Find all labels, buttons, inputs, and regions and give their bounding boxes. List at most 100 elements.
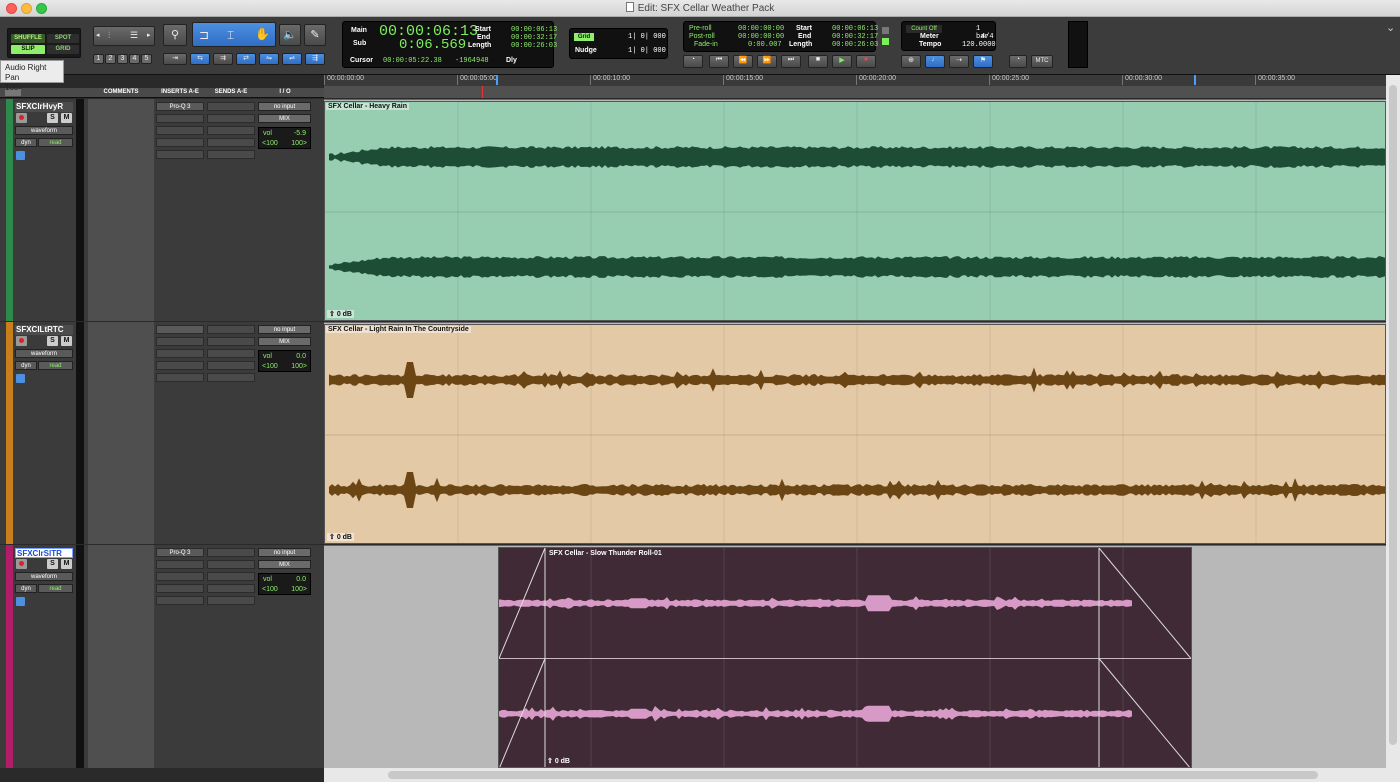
send-slot-b[interactable] — [207, 114, 255, 123]
selection-length-value[interactable]: 00:00:26:03 — [511, 42, 557, 50]
track-comments-field[interactable] — [88, 99, 154, 321]
fadein-value[interactable]: 0:00.007 — [748, 41, 782, 49]
commands-focus-icon[interactable]: ⇶ — [305, 53, 325, 65]
selection-start-marker[interactable] — [496, 75, 498, 85]
grid-value[interactable]: 1| 0| 000 — [628, 33, 666, 41]
zoom-preset-2[interactable]: 2 — [105, 54, 116, 64]
output-selector[interactable]: MIX — [258, 560, 311, 569]
sync-icon[interactable]: ◔ — [1009, 55, 1027, 68]
stop-icon[interactable]: ■ — [808, 55, 828, 68]
track-name[interactable]: SFXClrSlTR — [15, 548, 73, 558]
pan-left-value[interactable]: <100 — [262, 363, 278, 370]
volume-value[interactable]: -5.9 — [294, 130, 306, 137]
pan-right-value[interactable]: 100> — [291, 586, 307, 593]
insert-slot-d[interactable] — [156, 361, 204, 370]
insert-slot-b[interactable] — [156, 337, 204, 346]
midi-zoom-icon[interactable]: ☰ — [130, 30, 138, 41]
horizontal-scrollbar[interactable] — [324, 768, 1386, 782]
zoom-preset-5[interactable]: 5 — [141, 54, 152, 64]
wait-for-note-icon[interactable]: ⊕ — [901, 55, 921, 68]
solo-button[interactable]: S — [47, 336, 58, 346]
send-slot-e[interactable] — [207, 150, 255, 159]
zoom-preset-3[interactable]: 3 — [117, 54, 128, 64]
link-track-icon[interactable]: ⇉ — [213, 53, 233, 65]
insert-slot-a[interactable]: Pro-Q 3 — [156, 102, 204, 111]
record-enable-button[interactable] — [16, 336, 27, 346]
output-selector[interactable]: MIX — [258, 114, 311, 123]
insert-slot-b[interactable] — [156, 560, 204, 569]
tab-to-transient-icon[interactable]: ⇥ — [163, 53, 187, 65]
record-enable-button[interactable] — [16, 559, 27, 569]
send-slot-a[interactable] — [207, 548, 255, 557]
track-comments-field[interactable] — [88, 545, 154, 768]
transport-start-value[interactable]: 00:00:06:13 — [832, 25, 878, 33]
audio-clip[interactable]: SFX Cellar - Light Rain In The Countrysi… — [324, 324, 1386, 544]
output-selector[interactable]: MIX — [258, 337, 311, 346]
track-name[interactable]: SFXClLtRTC — [15, 325, 73, 335]
meter-value[interactable]: 4/4 — [981, 33, 994, 41]
insert-slot-e[interactable] — [156, 373, 204, 382]
insert-slot-e[interactable] — [156, 596, 204, 605]
preroll-value[interactable]: 00:00:00:00 — [738, 25, 784, 33]
tempo-value[interactable]: 120.0000 — [962, 41, 996, 49]
scrubber-tool-icon[interactable]: 🔈 — [279, 24, 301, 46]
toolbar-menu-icon[interactable]: ⌄ — [1386, 21, 1395, 34]
send-slot-c[interactable] — [207, 126, 255, 135]
go-to-end-icon[interactable]: ⏭ — [781, 55, 801, 68]
preroll-label[interactable]: Pre-roll — [689, 25, 712, 32]
delay-label[interactable]: Dly — [506, 57, 517, 64]
selection-start-value[interactable]: 00:00:06:13 — [511, 26, 557, 34]
grabber-tool-icon[interactable]: ✋ — [255, 27, 270, 41]
grid-mode-button[interactable]: GRID — [47, 45, 79, 54]
rewind-icon[interactable]: ⏪ — [733, 55, 753, 68]
selection-end-marker[interactable] — [1194, 75, 1196, 85]
elastic-audio-icon[interactable] — [16, 151, 25, 160]
clip-gain-label[interactable]: ⇧ 0 dB — [327, 310, 354, 318]
track-comments-field[interactable] — [88, 322, 154, 544]
postroll-label[interactable]: Post-roll — [689, 33, 715, 40]
send-slot-d[interactable] — [207, 361, 255, 370]
spot-mode-button[interactable]: SPOT — [47, 34, 79, 43]
insert-slot-e[interactable] — [156, 150, 204, 159]
send-slot-c[interactable] — [207, 349, 255, 358]
send-slot-a[interactable] — [207, 102, 255, 111]
keyboard-focus-icon[interactable]: ⇌ — [282, 53, 302, 65]
insertion-follows-icon[interactable]: ⇄ — [236, 53, 256, 65]
mtc-button[interactable]: MTC — [1031, 55, 1053, 68]
mute-button[interactable]: M — [61, 113, 72, 123]
dyn-button[interactable]: dyn — [15, 361, 37, 370]
play-icon[interactable]: ▶ — [832, 55, 852, 68]
zoom-out-icon[interactable]: ◂ — [96, 31, 100, 39]
online-icon[interactable]: ◔ — [683, 55, 703, 68]
insert-slot-c[interactable] — [156, 126, 204, 135]
volume-value[interactable]: 0.0 — [296, 353, 306, 360]
track-playlist-lane[interactable]: SFX Cellar - Light Rain In The Countrysi… — [324, 322, 1386, 544]
selection-end-value[interactable]: 00:00:32:17 — [511, 34, 557, 42]
mute-button[interactable]: M — [61, 559, 72, 569]
insert-slot-b[interactable] — [156, 114, 204, 123]
selector-tool-icon[interactable]: ⌶ — [227, 28, 234, 43]
audio-clip[interactable]: SFX Cellar - Slow Thunder Roll-01 ⇧ 0 dB — [498, 547, 1192, 768]
count-off-label[interactable]: Count Off — [906, 25, 942, 33]
automation-mode-selector[interactable]: read — [38, 584, 73, 593]
zoomer-tool-icon[interactable]: ⚲ — [163, 24, 187, 46]
insert-slot-d[interactable] — [156, 584, 204, 593]
postroll-value[interactable]: 00:00:00:00 — [738, 33, 784, 41]
pencil-tool-icon[interactable]: ✎ — [304, 24, 326, 46]
clip-gain-label[interactable]: ⇧ 0 dB — [547, 757, 570, 765]
pan-left-value[interactable]: <100 — [262, 586, 278, 593]
dyn-button[interactable]: dyn — [15, 138, 37, 147]
record-icon[interactable]: ● — [856, 55, 876, 68]
horizontal-scroll-thumb[interactable] — [388, 771, 1318, 779]
zoom-preset-4[interactable]: 4 — [129, 54, 140, 64]
solo-button[interactable]: S — [47, 559, 58, 569]
solo-button[interactable]: S — [47, 113, 58, 123]
timecode-ruler[interactable]: 00:00:00:00 00:00:05:00 00:00:10:00 00:0… — [324, 75, 1386, 98]
nudge-value[interactable]: 1| 0| 000 — [628, 47, 666, 55]
pan-left-value[interactable]: <100 — [262, 140, 278, 147]
track-name[interactable]: SFXClrHvyR — [15, 102, 73, 112]
metronome-icon[interactable]: ♩ — [925, 55, 945, 68]
transport-end-value[interactable]: 00:00:32:17 — [832, 33, 878, 41]
fast-forward-icon[interactable]: ⏩ — [757, 55, 777, 68]
record-enable-button[interactable] — [16, 113, 27, 123]
